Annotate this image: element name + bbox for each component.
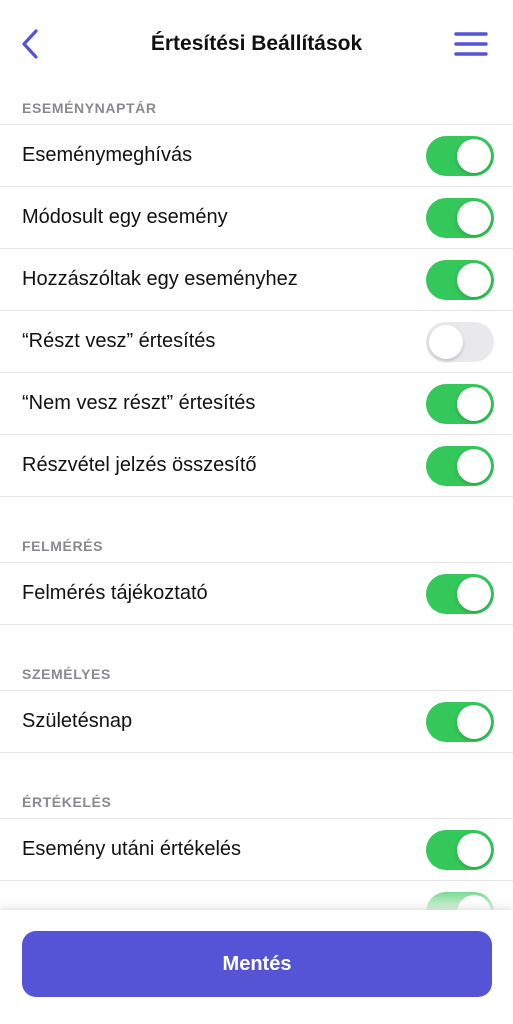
setting-label: Esemény utáni értékelés bbox=[22, 838, 242, 860]
setting-toggle[interactable] bbox=[426, 135, 494, 176]
setting-label: Hozzászóltak egy eseményhez bbox=[22, 268, 298, 290]
back-button[interactable] bbox=[10, 22, 50, 66]
section-header: FELMÉRÉS bbox=[0, 526, 513, 563]
setting-row[interactable]: “Nem vesz részt” értesítés bbox=[0, 373, 513, 435]
section-header: SZEMÉLYES bbox=[0, 654, 513, 691]
setting-row[interactable]: Felmérés tájékoztató bbox=[0, 563, 513, 625]
toggle-knob bbox=[457, 386, 491, 421]
setting-toggle[interactable] bbox=[426, 259, 494, 300]
setting-row[interactable]: Esemény utáni értékelés bbox=[0, 819, 513, 881]
setting-toggle[interactable] bbox=[426, 445, 494, 486]
setting-label: Módosult egy esemény bbox=[22, 206, 228, 228]
menu-button[interactable] bbox=[448, 22, 494, 66]
chevron-left-icon bbox=[22, 29, 38, 59]
setting-label: “Részt vesz” értesítés bbox=[22, 330, 216, 352]
setting-row[interactable]: Születésnap bbox=[0, 691, 513, 753]
setting-label: Részvétel jelzés összesítő bbox=[22, 454, 257, 476]
setting-toggle[interactable] bbox=[426, 197, 494, 238]
setting-row[interactable]: Részvétel jelzés összesítő bbox=[0, 435, 513, 497]
setting-row[interactable]: Eseménymeghívás bbox=[0, 125, 513, 187]
toggle-knob bbox=[429, 324, 463, 359]
setting-label: Eseménymeghívás bbox=[22, 144, 193, 166]
setting-toggle[interactable] bbox=[426, 829, 494, 870]
setting-toggle[interactable] bbox=[426, 891, 494, 910]
toggle-knob bbox=[457, 138, 491, 173]
setting-label: Születésnap bbox=[22, 710, 133, 732]
navigation-header: Értesítési Beállítások bbox=[0, 0, 513, 88]
save-button[interactable]: Mentés bbox=[22, 931, 492, 997]
toggle-knob bbox=[457, 262, 491, 297]
toggle-knob bbox=[457, 704, 491, 739]
section-header: ESEMÉNYNAPTÁR bbox=[0, 88, 513, 125]
setting-toggle[interactable] bbox=[426, 383, 494, 424]
setting-row[interactable]: Módosult egy esemény bbox=[0, 187, 513, 249]
settings-list[interactable]: ESEMÉNYNAPTÁR Eseménymeghívás Módosult egy… bbox=[0, 88, 513, 910]
section-header: ÉRTÉKELÉS bbox=[0, 782, 513, 819]
footer-bar: Mentés bbox=[0, 910, 513, 1024]
setting-toggle[interactable] bbox=[426, 321, 494, 362]
setting-toggle[interactable] bbox=[426, 573, 494, 614]
toggle-knob bbox=[457, 832, 491, 867]
setting-row[interactable]: Hozzászóltak egy eseményhez bbox=[0, 249, 513, 311]
setting-row[interactable] bbox=[0, 881, 513, 910]
setting-row[interactable]: “Részt vesz” értesítés bbox=[0, 311, 513, 373]
setting-label: Felmérés tájékoztató bbox=[22, 582, 208, 604]
hamburger-menu-icon bbox=[454, 32, 488, 56]
setting-toggle[interactable] bbox=[426, 701, 494, 742]
toggle-knob bbox=[457, 448, 491, 483]
toggle-knob bbox=[457, 576, 491, 611]
toggle-knob bbox=[457, 200, 491, 235]
toggle-knob bbox=[457, 894, 491, 910]
page-title: Értesítési Beállítások bbox=[150, 32, 363, 55]
setting-label: “Nem vesz részt” értesítés bbox=[22, 392, 256, 414]
notification-settings-screen: Értesítési Beállítások ESEMÉNYNAPTÁR Esem… bbox=[0, 0, 513, 1024]
